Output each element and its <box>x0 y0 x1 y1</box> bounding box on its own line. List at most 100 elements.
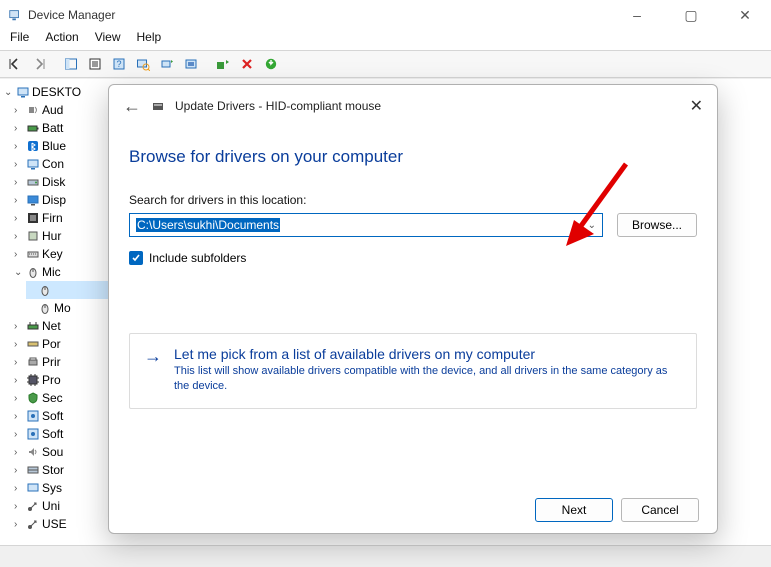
dialog-footer: Next Cancel <box>109 487 717 533</box>
tree-item[interactable]: ›Disp <box>14 191 108 209</box>
tree-item[interactable]: ›Sec <box>14 389 108 407</box>
expand-icon[interactable]: › <box>14 339 24 350</box>
expand-icon[interactable]: › <box>14 447 24 458</box>
tree-subitem[interactable] <box>26 281 108 299</box>
tree-item-label: USE <box>42 517 67 531</box>
expand-icon[interactable]: › <box>14 519 24 530</box>
expand-icon[interactable]: › <box>14 177 24 188</box>
tree-item[interactable]: ›Firn <box>14 209 108 227</box>
expand-icon[interactable]: › <box>14 375 24 386</box>
expand-icon[interactable]: › <box>14 213 24 224</box>
toolbar-uninstall-device-button[interactable] <box>180 53 202 75</box>
toolbar-help-button[interactable]: ? <box>108 53 130 75</box>
window-close-button[interactable]: ✕ <box>727 7 763 24</box>
tree-item[interactable]: › Key <box>14 245 108 263</box>
toolbar-enable-device-button[interactable] <box>260 53 282 75</box>
expand-icon[interactable]: › <box>14 465 24 476</box>
tree-item[interactable]: › Stor <box>14 461 108 479</box>
expand-icon[interactable]: › <box>14 321 24 332</box>
toolbar: ? <box>0 50 771 78</box>
dialog-titlebar: ← Update Drivers - HID-compliant mouse ✕ <box>109 85 717 127</box>
window-max-button[interactable]: ▢ <box>673 7 709 24</box>
tree-item[interactable]: ›Blue <box>14 137 108 155</box>
include-subfolders-row[interactable]: Include subfolders <box>129 251 697 265</box>
device-manager-icon <box>8 8 22 22</box>
toolbar-scan-button[interactable] <box>132 53 154 75</box>
expand-icon[interactable]: › <box>14 105 24 116</box>
toolbar-show-hide-console-button[interactable] <box>60 53 82 75</box>
next-button[interactable]: Next <box>535 498 613 522</box>
expand-icon[interactable]: › <box>14 123 24 134</box>
tree-item-label: Sys <box>42 481 62 495</box>
toolbar-properties-button[interactable] <box>84 53 106 75</box>
tree-item-label: Disk <box>42 175 65 189</box>
expand-icon[interactable]: › <box>14 483 24 494</box>
tree-item[interactable]: ⌄ Mic <box>14 263 108 281</box>
tree-item[interactable]: ›Net <box>14 317 108 335</box>
device-tree[interactable]: ⌄ DESKTO ›Aud›Batt›Blue›Con›Disk›Disp›Fi… <box>0 79 110 545</box>
toolbar-add-driver-button[interactable] <box>212 53 234 75</box>
tree-item-label: Pro <box>42 373 61 387</box>
expand-icon[interactable]: › <box>14 159 24 170</box>
tree-item[interactable]: ›Sou <box>14 443 108 461</box>
software-icon <box>26 427 40 441</box>
menu-help[interactable]: Help <box>137 30 162 50</box>
cancel-button[interactable]: Cancel <box>621 498 699 522</box>
menu-view[interactable]: View <box>95 30 121 50</box>
tree-item[interactable]: › Pro <box>14 371 108 389</box>
dropdown-icon[interactable]: ⌄ <box>588 220 596 231</box>
let-me-pick-title: Let me pick from a list of available dri… <box>174 346 682 362</box>
tree-root[interactable]: ⌄ DESKTO <box>4 83 108 101</box>
expand-icon[interactable]: › <box>14 357 24 368</box>
software-icon <box>26 409 40 423</box>
dialog-close-button[interactable]: ✕ <box>690 96 703 116</box>
expand-icon[interactable]: ⌄ <box>14 267 24 278</box>
toolbar-forward-button[interactable] <box>28 53 50 75</box>
tree-item-label: Mic <box>42 265 61 279</box>
tree-item[interactable]: › Soft <box>14 407 108 425</box>
tree-item[interactable]: › Sys <box>14 479 108 497</box>
tree-item[interactable]: ›Con <box>14 155 108 173</box>
tree-item[interactable]: ›Prir <box>14 353 108 371</box>
let-me-pick-option[interactable]: → Let me pick from a list of available d… <box>129 333 697 409</box>
expand-icon[interactable]: › <box>14 501 24 512</box>
toolbar-disable-device-button[interactable] <box>236 53 258 75</box>
toolbar-update-driver-button[interactable] <box>156 53 178 75</box>
tree-item[interactable]: › Uni <box>14 497 108 515</box>
tree-item-label: Soft <box>42 409 63 423</box>
tree-item[interactable]: ›Por <box>14 335 108 353</box>
expand-icon[interactable]: › <box>14 231 24 242</box>
tree-item[interactable]: › Disk <box>14 173 108 191</box>
search-location-input[interactable]: C:\Users\sukhi\Documents ⌄ <box>129 213 603 237</box>
dialog-back-button[interactable]: ← <box>123 96 141 117</box>
tree-item[interactable]: › USE <box>14 515 108 533</box>
tree-item[interactable]: ›Batt <box>14 119 108 137</box>
tree-item-label: Stor <box>42 463 64 477</box>
collapse-icon[interactable]: ⌄ <box>4 87 14 98</box>
expand-icon[interactable]: › <box>14 195 24 206</box>
hid-icon <box>26 229 40 243</box>
window-title: Device Manager <box>28 8 115 22</box>
display-icon <box>26 193 40 207</box>
expand-icon[interactable]: › <box>14 141 24 152</box>
battery-icon <box>26 121 40 135</box>
menu-action[interactable]: Action <box>45 30 78 50</box>
tree-item[interactable]: › Hur <box>14 227 108 245</box>
window-min-button[interactable]: – <box>619 7 655 24</box>
expand-icon[interactable]: › <box>14 393 24 404</box>
audio-icon <box>26 103 40 117</box>
tree-item-label: Hur <box>42 229 61 243</box>
expand-icon[interactable]: › <box>14 429 24 440</box>
tree-item-label: Key <box>42 247 63 261</box>
browse-button[interactable]: Browse... <box>617 213 697 237</box>
tree-subitem[interactable]: Mo <box>26 299 108 317</box>
tree-item-label: Uni <box>42 499 60 513</box>
include-subfolders-checkbox[interactable] <box>129 251 143 265</box>
keyboard-icon <box>26 247 40 261</box>
toolbar-back-button[interactable] <box>4 53 26 75</box>
tree-item[interactable]: ›Aud <box>14 101 108 119</box>
expand-icon[interactable]: › <box>14 249 24 260</box>
expand-icon[interactable]: › <box>14 411 24 422</box>
menu-file[interactable]: File <box>10 30 29 50</box>
tree-item[interactable]: ›Soft <box>14 425 108 443</box>
